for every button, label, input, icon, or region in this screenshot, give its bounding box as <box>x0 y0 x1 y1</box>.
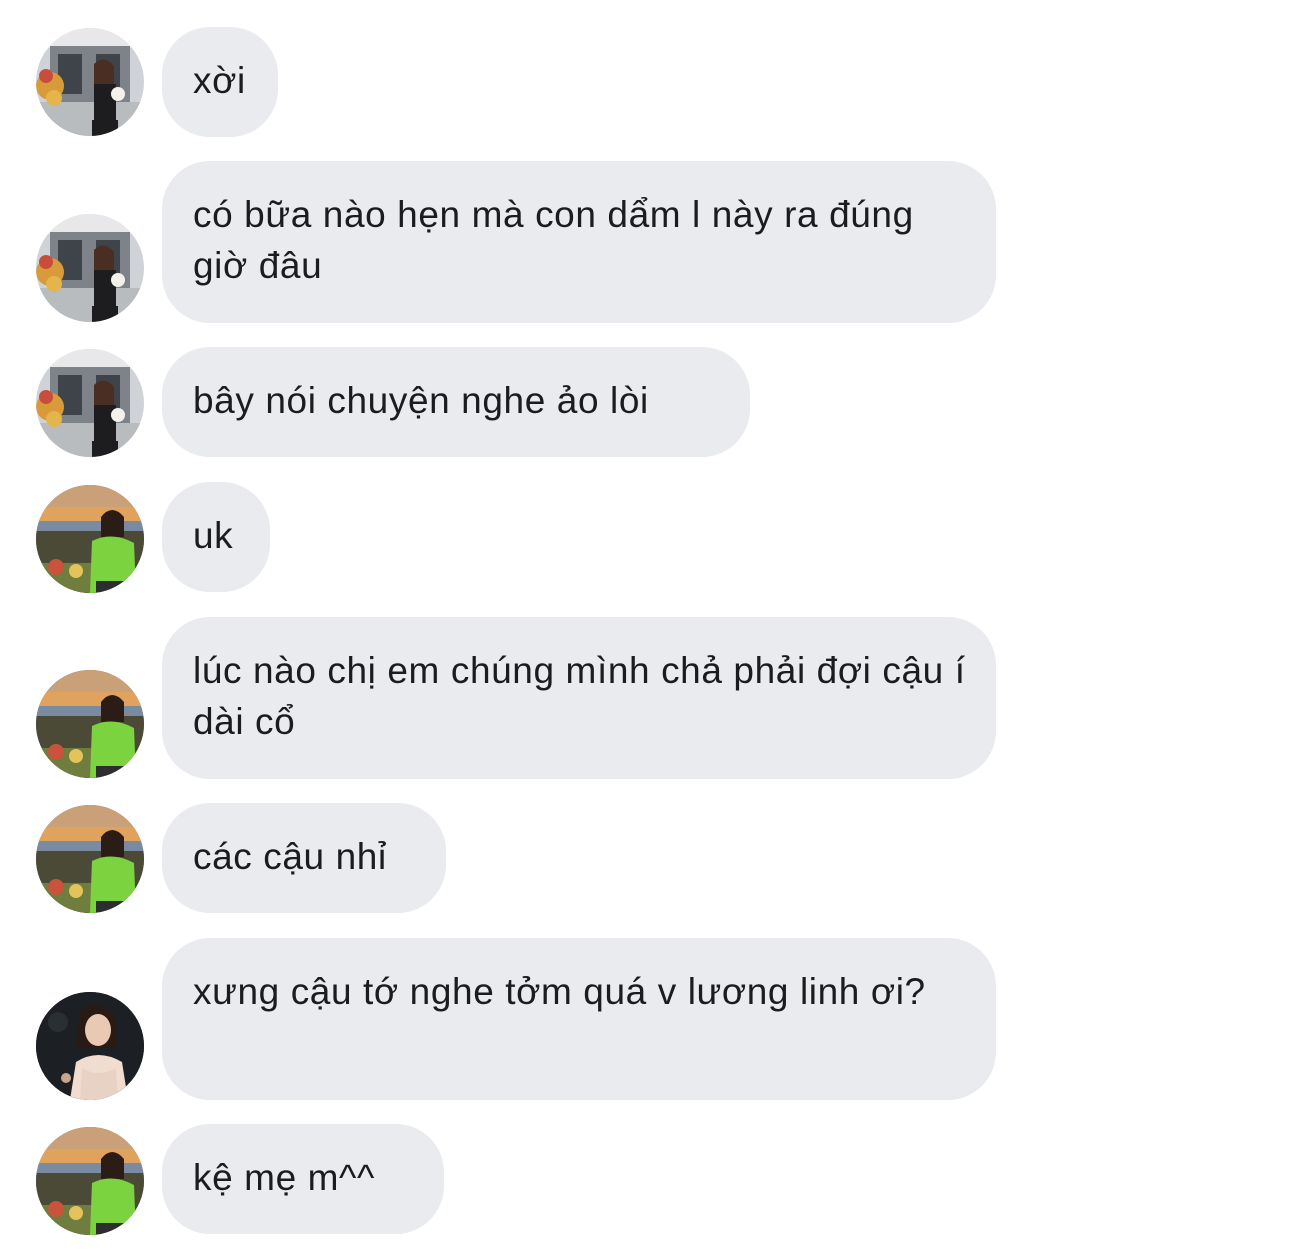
message-bubble[interactable]: các cậu nhỉ <box>162 803 446 913</box>
message-bubble[interactable]: lúc nào chị em chúng mình chả phải đợi c… <box>162 617 996 779</box>
avatar-portrait-photo-icon <box>36 992 144 1100</box>
message-bubble[interactable]: có bữa nào hẹn mà con dẩm l này ra đúng … <box>162 161 996 323</box>
avatar-user-a[interactable] <box>36 214 144 322</box>
avatar-user-b[interactable] <box>36 670 144 778</box>
avatar-user-c[interactable] <box>36 992 144 1100</box>
message-bubble[interactable]: xời <box>162 27 278 137</box>
message-bubble[interactable]: bây nói chuyện nghe ảo lòi <box>162 347 750 457</box>
avatar-sunset-beach-photo-icon <box>36 485 144 593</box>
avatar-storefront-photo-icon <box>36 214 144 322</box>
avatar-user-b[interactable] <box>36 1127 144 1235</box>
avatar-user-a[interactable] <box>36 349 144 457</box>
message-thread[interactable]: xời có bữa nào hẹn mà con dẩm l này ra đ… <box>0 0 1290 1255</box>
avatar-user-b[interactable] <box>36 485 144 593</box>
message-bubble[interactable]: xưng cậu tớ nghe tởm quá v lương linh ơi… <box>162 938 996 1100</box>
avatar-storefront-photo-icon <box>36 349 144 457</box>
avatar-user-a[interactable] <box>36 28 144 136</box>
avatar-sunset-beach-photo-icon <box>36 805 144 913</box>
avatar-sunset-beach-photo-icon <box>36 1127 144 1235</box>
message-bubble[interactable]: uk <box>162 482 270 592</box>
avatar-sunset-beach-photo-icon <box>36 670 144 778</box>
message-bubble[interactable]: kệ mẹ m^^ <box>162 1124 444 1234</box>
avatar-storefront-photo-icon <box>36 28 144 136</box>
avatar-user-b[interactable] <box>36 805 144 913</box>
